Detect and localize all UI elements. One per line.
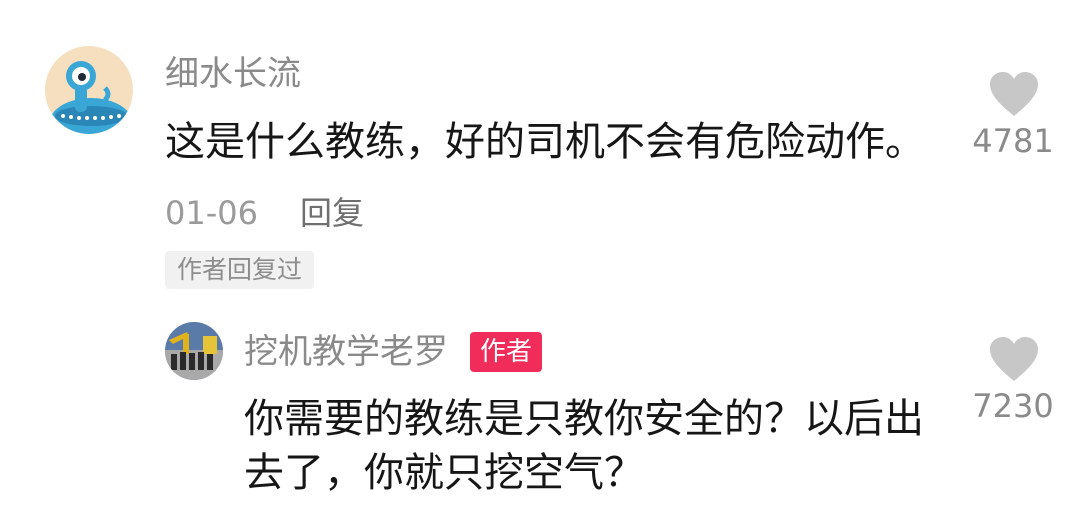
author-replied-tag: 作者回复过 [165,251,315,289]
like-button[interactable] [988,335,1040,383]
excavator-group-photo-avatar [165,322,223,380]
heart-icon [990,72,1038,116]
reply-username[interactable]: 挖机教学老罗 [244,330,448,374]
reply-text: 你需要的教练是只教你安全的？以后出去了，你就只挖空气？ [244,396,924,496]
blue-alien-avatar-icon [45,46,133,134]
reply-button[interactable]: 回复 [300,192,364,234]
author-avatar[interactable] [165,322,223,380]
comment-text: 这是什么教练，好的司机不会有危险动作。 [165,119,925,165]
comment-username[interactable]: 细水长流 [165,52,301,96]
author-badge: 作者 [470,332,543,372]
comment-date: 01-06 [165,194,258,232]
like-count: 4781 [972,122,1054,160]
heart-icon [990,337,1038,381]
like-count: 7230 [972,387,1054,425]
like-button[interactable] [988,70,1040,118]
user-avatar[interactable] [45,46,133,134]
